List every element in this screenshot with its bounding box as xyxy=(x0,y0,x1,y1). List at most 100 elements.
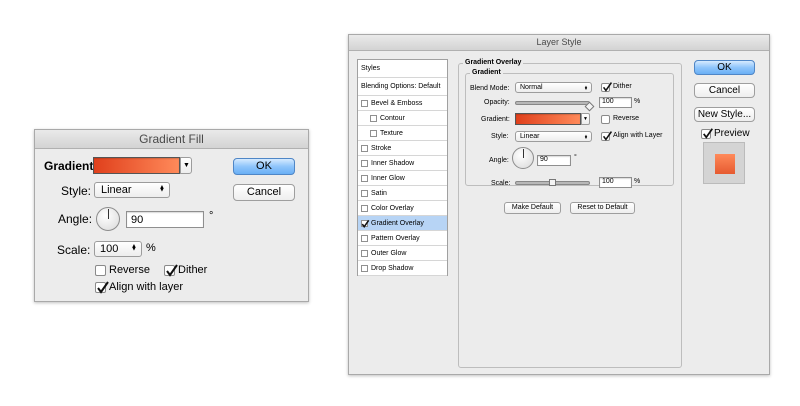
ok-button-label: OK xyxy=(717,62,732,73)
style-list-item[interactable]: Outer Glow xyxy=(358,246,447,261)
style-label: Style: xyxy=(491,133,509,140)
cancel-button[interactable]: Cancel xyxy=(694,83,755,98)
reverse-checkbox[interactable] xyxy=(95,265,106,276)
style-item-checkbox[interactable] xyxy=(370,115,377,122)
dither-checkbox[interactable] xyxy=(601,82,613,92)
gradient-picker[interactable] xyxy=(93,157,180,174)
checkmark-icon xyxy=(602,131,613,141)
preview-checkbox[interactable] xyxy=(701,128,713,139)
scale-label: Scale: xyxy=(57,243,91,257)
make-default-label: Make Default xyxy=(511,204,554,211)
angle-label: Angle: xyxy=(489,157,509,164)
style-item-label: Gradient Overlay xyxy=(371,220,424,227)
style-item-label: Inner Glow xyxy=(371,175,405,182)
scale-combo[interactable]: 100 ▲ ▼ xyxy=(94,241,142,257)
style-select[interactable]: Linear ▲ ▼ xyxy=(515,131,592,142)
dither-checkbox[interactable] xyxy=(164,264,178,277)
style-list-item[interactable]: Inner Shadow xyxy=(358,156,447,171)
ok-button[interactable]: OK xyxy=(694,60,755,75)
ok-button[interactable]: OK xyxy=(233,158,295,175)
layer-style-titlebar[interactable]: Layer Style xyxy=(349,35,769,51)
ok-button-label: OK xyxy=(256,160,272,172)
opacity-slider[interactable] xyxy=(515,101,590,105)
degree-symbol: ° xyxy=(574,154,577,161)
dialog-title: Layer Style xyxy=(536,37,582,47)
style-list-item[interactable]: Texture xyxy=(358,126,447,141)
angle-input-value: 90 xyxy=(540,156,548,163)
style-item-checkbox[interactable] xyxy=(361,160,368,167)
style-item-checkbox[interactable] xyxy=(361,190,368,197)
style-list-item[interactable]: Color Overlay xyxy=(358,201,447,216)
dither-label: Dither xyxy=(178,264,208,276)
blend-mode-value: Normal xyxy=(520,84,543,91)
style-list-item[interactable]: Stroke xyxy=(358,141,447,156)
style-item-checkbox[interactable] xyxy=(361,145,368,152)
style-item-checkbox[interactable] xyxy=(361,100,368,107)
style-list-item[interactable]: Gradient Overlay xyxy=(358,216,447,231)
panel-title: Gradient Overlay xyxy=(463,59,524,66)
checkmark-icon xyxy=(97,281,109,294)
scale-label: Scale: xyxy=(491,180,511,187)
reset-to-default-label: Reset to Default xyxy=(577,204,628,211)
style-item-checkbox[interactable] xyxy=(361,265,368,272)
reverse-label: Reverse xyxy=(613,115,640,122)
opacity-label: Opacity: xyxy=(484,99,510,106)
style-list-item[interactable]: Contour xyxy=(358,111,447,126)
styles-header[interactable]: Styles xyxy=(358,60,447,78)
angle-input[interactable]: 90 xyxy=(126,211,204,228)
gradient-fill-dialog: Gradient Fill Gradient: ▼ Style: Linear … xyxy=(34,129,309,302)
style-select[interactable]: Linear ▲ ▼ xyxy=(94,182,170,198)
gradient-dropdown-button[interactable]: ▼ xyxy=(180,157,192,174)
cancel-button-label: Cancel xyxy=(708,85,741,96)
gradient-picker[interactable] xyxy=(515,113,581,125)
reverse-checkbox[interactable] xyxy=(601,115,610,124)
gradient-label: Gradient: xyxy=(481,116,510,123)
style-item-checkbox[interactable] xyxy=(361,235,368,242)
cancel-button[interactable]: Cancel xyxy=(233,184,295,201)
updown-arrows-icon: ▲ ▼ xyxy=(584,83,588,91)
angle-dial-needle xyxy=(523,149,524,158)
blend-mode-label: Blend Mode: xyxy=(470,85,510,92)
new-style-button[interactable]: New Style... xyxy=(694,107,755,122)
angle-input[interactable]: 90 xyxy=(537,155,571,166)
style-item-checkbox[interactable] xyxy=(361,219,370,228)
style-item-checkbox[interactable] xyxy=(370,130,377,137)
style-list-item[interactable]: Pattern Overlay xyxy=(358,231,447,246)
gradient-fill-titlebar[interactable]: Gradient Fill xyxy=(35,130,308,149)
style-list-item[interactable]: Bevel & Emboss xyxy=(358,96,447,111)
reset-to-default-button[interactable]: Reset to Default xyxy=(570,202,635,214)
style-item-label: Stroke xyxy=(371,145,392,152)
blending-options-item[interactable]: Blending Options: Default xyxy=(358,78,447,96)
percent-symbol: % xyxy=(634,98,641,105)
make-default-button[interactable]: Make Default xyxy=(504,202,561,214)
angle-dial[interactable] xyxy=(96,207,120,231)
opacity-input[interactable]: 100 xyxy=(599,97,632,108)
scale-input[interactable]: 100 xyxy=(599,177,632,188)
updown-arrows-icon: ▲ ▼ xyxy=(584,132,588,140)
percent-symbol: % xyxy=(146,242,156,254)
layer-style-dialog: Layer Style Styles Blending Options: Def… xyxy=(348,34,770,375)
angle-dial-needle xyxy=(108,209,109,219)
style-list-item[interactable]: Drop Shadow xyxy=(358,261,447,276)
checkmark-icon xyxy=(602,82,613,92)
style-list-item[interactable]: Satin xyxy=(358,186,447,201)
scale-combo-value: 100 xyxy=(100,243,119,255)
style-list-item[interactable]: Inner Glow xyxy=(358,171,447,186)
style-item-label: Texture xyxy=(380,130,403,137)
align-with-layer-checkbox[interactable] xyxy=(95,281,109,294)
checkmark-icon xyxy=(703,128,713,139)
gradient-dropdown-button[interactable]: ▼ xyxy=(581,113,590,125)
checkmark-icon xyxy=(166,264,178,277)
style-item-label: Satin xyxy=(371,190,387,197)
scale-slider-thumb[interactable] xyxy=(548,179,556,186)
chevron-down-icon: ▼ xyxy=(183,162,190,169)
blend-mode-select[interactable]: Normal ▲ ▼ xyxy=(515,82,592,93)
style-item-checkbox[interactable] xyxy=(361,175,368,182)
style-item-checkbox[interactable] xyxy=(361,250,368,257)
align-with-layer-checkbox[interactable] xyxy=(601,131,613,141)
angle-dial[interactable] xyxy=(512,147,534,169)
align-with-layer-label: Align with layer xyxy=(109,281,183,293)
style-select-value: Linear xyxy=(520,133,540,140)
style-item-label: Contour xyxy=(380,115,405,122)
style-item-checkbox[interactable] xyxy=(361,205,368,212)
